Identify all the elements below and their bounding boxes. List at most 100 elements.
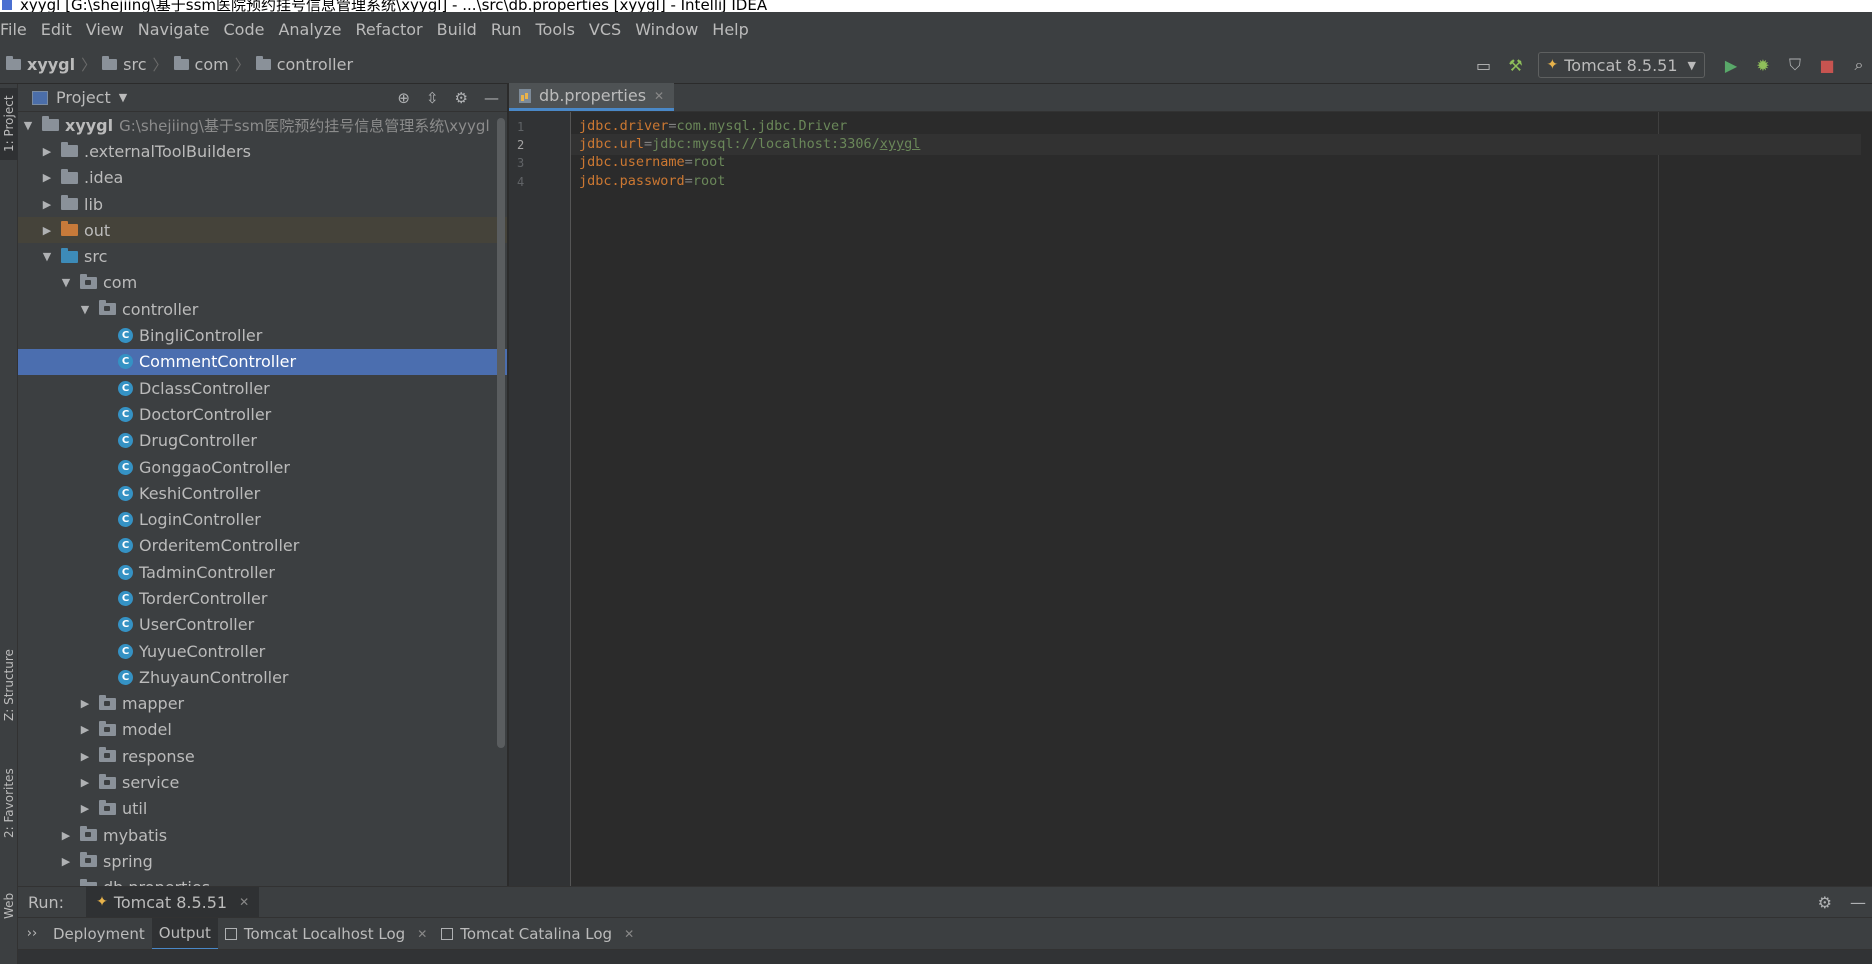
tree-item-mapper[interactable]: ▶ mapper [18, 691, 507, 717]
chevron-down-icon[interactable]: ▼ [119, 91, 127, 104]
tree-class-item[interactable]: C LoginController [18, 506, 507, 532]
menu-edit[interactable]: Edit [34, 20, 79, 39]
menu-file[interactable]: File [0, 20, 34, 39]
run-sub-tab-tomcat-catalina-log[interactable]: Tomcat Catalina Log ✕ [434, 918, 641, 950]
collapsed-arrow-icon[interactable]: ▶ [79, 723, 91, 736]
breadcrumb-root-label: xyygl [27, 55, 76, 74]
collapsed-arrow-icon[interactable]: ▶ [41, 224, 53, 237]
close-icon[interactable]: ✕ [654, 89, 664, 103]
favorites-tool-tab[interactable]: 2: Favorites [0, 762, 18, 844]
tree-item-service[interactable]: ▶ service [18, 769, 507, 795]
menu-view[interactable]: View [79, 20, 131, 39]
breadcrumb-root[interactable]: xyygl [6, 55, 75, 74]
tree-item-util[interactable]: ▶ util [18, 796, 507, 822]
collapsed-arrow-icon[interactable]: ▶ [79, 776, 91, 789]
tree-item-out[interactable]: ▶ out [18, 217, 507, 244]
project-view-selector[interactable]: Project [56, 88, 111, 107]
menu-analyze[interactable]: Analyze [271, 20, 348, 39]
menu-navigate[interactable]: Navigate [131, 20, 217, 39]
menu-window[interactable]: Window [628, 20, 705, 39]
minimize-icon[interactable]: — [484, 89, 499, 107]
run-sub-tab-deployment[interactable]: Deployment [46, 918, 152, 950]
expand-arrow-icon[interactable]: ▼ [22, 119, 34, 132]
tree-class-item[interactable]: C TorderController [18, 585, 507, 611]
tree-item-response[interactable]: ▶ response [18, 743, 507, 769]
tree-class-item[interactable]: C ZhuyaunController [18, 664, 507, 690]
gear-icon[interactable]: ⚙ [1818, 893, 1832, 912]
tree-class-item[interactable]: C OrderitemController [18, 533, 507, 559]
code-line[interactable]: jdbc.password=root [579, 171, 725, 192]
stop-icon[interactable]: ■ [1814, 52, 1840, 78]
expanded-arrow-icon[interactable]: ▼ [60, 276, 72, 289]
line-number: 2 [517, 138, 525, 153]
tree-class-item[interactable]: C UserController [18, 612, 507, 638]
coverage-icon[interactable]: ⛉ [1782, 52, 1808, 78]
tree-class-item[interactable]: C TadminController [18, 559, 507, 585]
build-hammer-icon[interactable]: ⚒ [1503, 52, 1529, 78]
web-tool-tab[interactable]: Web [0, 888, 18, 924]
breadcrumb-item-src[interactable]: src [102, 55, 147, 74]
collapsed-arrow-icon[interactable]: ▶ [41, 198, 53, 211]
structure-tool-tab[interactable]: Z: Structure [0, 644, 18, 726]
collapsed-arrow-icon[interactable]: ▶ [41, 171, 53, 184]
gear-icon[interactable]: ⚙ [455, 89, 468, 107]
close-icon[interactable]: ✕ [624, 927, 634, 941]
run-configuration-selector[interactable]: ✦ Tomcat 8.5.51 ▼ [1537, 52, 1705, 78]
debug-icon[interactable]: ✹ [1750, 52, 1776, 78]
tree-class-item[interactable]: C BingliController [18, 322, 507, 348]
editor-scrollbar[interactable] [1862, 112, 1872, 886]
tree-item-spring[interactable]: ▶ spring [18, 848, 507, 874]
terminal-icon[interactable]: ▭ [1471, 52, 1497, 78]
minimize-icon[interactable]: — [1850, 893, 1866, 912]
search-icon[interactable]: ⌕ [1846, 52, 1872, 78]
collapsed-arrow-icon[interactable]: ▶ [41, 145, 53, 158]
menu-refactor[interactable]: Refactor [349, 20, 430, 39]
tree-item-externaltoolbuilders[interactable]: ▶ .externalToolBuilders [18, 138, 507, 164]
tree-class-item[interactable]: C GonggaoController [18, 454, 507, 480]
editor-tab-db-properties[interactable]: db.properties ✕ [509, 83, 675, 111]
tree-item-src[interactable]: ▼ src [18, 243, 507, 269]
menu-build[interactable]: Build [430, 20, 484, 39]
expanded-arrow-icon[interactable]: ▼ [41, 250, 53, 263]
run-sub-tab-output[interactable]: Output [151, 917, 218, 950]
tree-item-com[interactable]: ▼ com [18, 270, 507, 296]
close-icon[interactable]: ✕ [417, 927, 427, 941]
tree-root-row[interactable]: ▼ xyygl G:\shejiing\基于ssm医院预约挂号信息管理系统\xy… [18, 112, 507, 138]
tree-class-item[interactable]: C DrugController [18, 428, 507, 454]
run-icon[interactable]: ▶ [1718, 52, 1744, 78]
close-icon[interactable]: ✕ [239, 895, 249, 909]
locate-icon[interactable]: ⊕ [397, 89, 410, 107]
breadcrumb-item-com[interactable]: com [173, 55, 229, 74]
menu-code[interactable]: Code [217, 20, 272, 39]
expanded-arrow-icon[interactable]: ▼ [79, 303, 91, 316]
collapsed-arrow-icon[interactable]: ▶ [79, 750, 91, 763]
project-tool-tab[interactable]: 1: Project [0, 88, 18, 160]
menu-tools[interactable]: Tools [529, 20, 582, 39]
tree-item-mybatis[interactable]: ▶ mybatis [18, 822, 507, 848]
tree-item-controller[interactable]: ▼ controller [18, 296, 507, 322]
tree-item-lib[interactable]: ▶ lib [18, 191, 507, 217]
tree-item-model[interactable]: ▶ model [18, 717, 507, 743]
tree-item-db-properties[interactable]: ▶db.properties [18, 875, 507, 886]
tree-class-item[interactable]: C DoctorController [18, 401, 507, 427]
breadcrumb-item-controller[interactable]: controller [255, 55, 353, 74]
run-tab-tomcat[interactable]: ✦ Tomcat 8.5.51 ✕ [86, 887, 260, 917]
collapsed-arrow-icon[interactable]: ▶ [79, 802, 91, 815]
collapsed-arrow-icon[interactable]: ▶ [60, 829, 72, 842]
expand-icon[interactable]: ›› [18, 926, 46, 941]
code-line[interactable]: jdbc.url=jdbc:mysql://localhost:3306/xyy… [571, 134, 1861, 156]
menu-run[interactable]: Run [484, 20, 529, 39]
tree-item-idea[interactable]: ▶ .idea [18, 165, 507, 191]
collapsed-arrow-icon[interactable]: ▶ [79, 697, 91, 710]
tree-class-item[interactable]: C KeshiController [18, 480, 507, 506]
tree-class-item[interactable]: C CommentController [18, 348, 507, 375]
run-sub-tab-tomcat-localhost-log[interactable]: Tomcat Localhost Log ✕ [218, 918, 434, 950]
tree-class-item[interactable]: C DclassController [18, 375, 507, 401]
collapsed-arrow-icon[interactable]: ▶ [60, 855, 72, 868]
tree-class-item[interactable]: C YuyueController [18, 638, 507, 664]
menu-help[interactable]: Help [705, 20, 755, 39]
tomcat-icon: ✦ [96, 894, 108, 910]
menu-vcs[interactable]: VCS [582, 20, 628, 39]
project-tree-scrollbar[interactable] [497, 118, 505, 748]
collapse-all-icon[interactable]: ⇳ [426, 89, 439, 107]
